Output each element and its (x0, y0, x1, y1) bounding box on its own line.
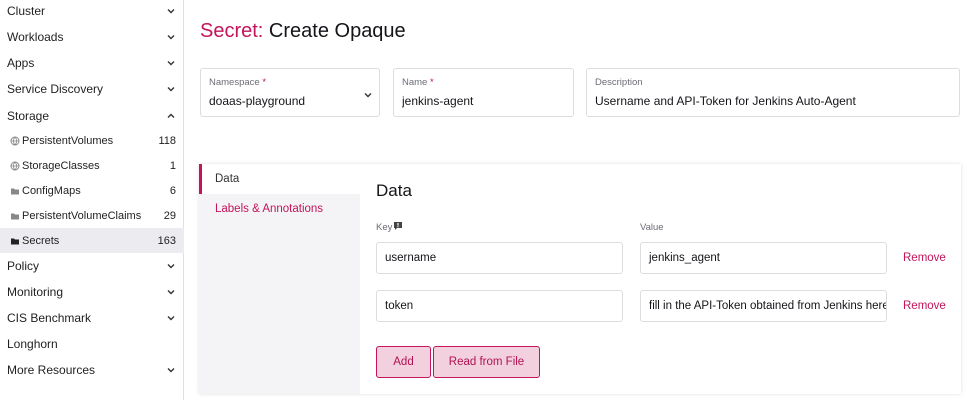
value-input[interactable]: jenkins_agent (640, 242, 887, 274)
key-column-header: Key (376, 221, 403, 233)
info-icon[interactable] (393, 221, 403, 231)
name-value: jenkins-agent (402, 94, 474, 108)
description-value: Username and API-Token for Jenkins Auto-… (595, 94, 856, 108)
description-field[interactable]: Description Username and API-Token for J… (586, 68, 960, 117)
sidebar-group-service-discovery[interactable]: Service Discovery (0, 76, 184, 102)
remove-row-button[interactable]: Remove (903, 300, 946, 312)
chevron-down-icon (166, 32, 176, 42)
tab-data[interactable]: Data (199, 164, 360, 194)
sidebar-group-monitoring[interactable]: Monitoring (0, 279, 184, 305)
side-tabs: Data Labels & Annotations (199, 164, 360, 394)
tab-label: Labels & Annotations (215, 203, 324, 215)
chevron-down-icon (166, 287, 176, 297)
sidebar-item-secrets[interactable]: Secrets 163 (0, 228, 184, 253)
sidebar-item-count: 163 (157, 234, 176, 247)
sidebar-group-label: Storage (7, 109, 50, 123)
namespace-label: Namespace * (209, 77, 267, 88)
value-input[interactable]: fill in the API-Token obtained from Jenk… (640, 290, 887, 322)
page-title: Secret: Create Opaque (200, 20, 406, 43)
sidebar-group-label: Longhorn (7, 337, 58, 351)
read-from-file-button[interactable]: Read from File (433, 346, 540, 378)
sidebar-item-label: PersistentVolumeClaims (22, 209, 142, 222)
folder-icon (10, 211, 20, 221)
globe-icon (10, 136, 20, 146)
sidebar-group-workloads[interactable]: Workloads (0, 24, 184, 50)
sidebar-item-count: 6 (169, 184, 176, 197)
sidebar-group-storage[interactable]: Storage (0, 103, 184, 129)
sidebar-item-count: 29 (163, 209, 176, 222)
chevron-down-icon (166, 365, 176, 375)
sidebar-group-cis-benchmark[interactable]: CIS Benchmark (0, 305, 184, 331)
page-title-text: Create Opaque (268, 20, 406, 42)
sidebar-item-configmaps[interactable]: ConfigMaps 6 (0, 178, 184, 203)
tab-label: Data (215, 173, 240, 185)
data-section-title: Data (376, 181, 412, 200)
chevron-down-icon (166, 84, 176, 94)
sidebar-group-label: Apps (7, 56, 35, 70)
namespace-select[interactable]: Namespace * doaas-playground (200, 68, 380, 117)
sidebar-item-label: PersistentVolumes (22, 134, 114, 147)
sidebar-item-count: 1 (169, 159, 176, 172)
chevron-down-icon[interactable] (363, 90, 373, 100)
sidebar-group-label: Policy (7, 259, 40, 273)
value-column-header: Value (640, 222, 664, 233)
sidebar-item-label: StorageClasses (22, 159, 100, 172)
sidebar-group-label: Cluster (7, 4, 46, 18)
sidebar-group-label: Service Discovery (7, 82, 104, 96)
chevron-down-icon (166, 261, 176, 271)
required-mark: * (429, 77, 434, 88)
remove-row-button[interactable]: Remove (903, 252, 946, 264)
sidebar-item-persistentvolumeclaims[interactable]: PersistentVolumeClaims 29 (0, 203, 184, 228)
sidebar-group-label: Monitoring (7, 285, 64, 299)
sidebar-group-label: More Resources (7, 363, 96, 377)
key-input[interactable]: token (376, 290, 623, 322)
sidebar-group-label: Workloads (7, 30, 64, 44)
chevron-down-icon (166, 58, 176, 68)
name-field[interactable]: Name * jenkins-agent (393, 68, 574, 117)
folder-icon (10, 186, 20, 196)
namespace-value: doaas-playground (209, 94, 306, 108)
folder-icon (10, 236, 20, 246)
page-title-prefix: Secret: (200, 20, 264, 42)
sidebar-item-label: Secrets (22, 234, 60, 247)
description-label: Description (595, 77, 643, 88)
chevron-down-icon (166, 6, 176, 16)
sidebar-item-persistentvolumes[interactable]: PersistentVolumes 118 (0, 128, 184, 153)
tab-labels-annotations[interactable]: Labels & Annotations (199, 194, 360, 224)
sidebar-group-cluster[interactable]: Cluster (0, 0, 184, 24)
required-mark: * (262, 77, 267, 88)
globe-icon (10, 161, 20, 171)
add-button[interactable]: Add (376, 346, 431, 378)
sidebar-group-label: CIS Benchmark (7, 311, 92, 325)
key-input[interactable]: username (376, 242, 623, 274)
chevron-down-icon (166, 313, 176, 323)
sidebar-item-label: ConfigMaps (22, 184, 81, 197)
sidebar-group-policy[interactable]: Policy (0, 253, 184, 279)
value-header-label: Value (640, 222, 664, 233)
chevron-up-icon (166, 111, 176, 121)
sidebar-item-count: 118 (158, 134, 176, 147)
name-label: Name * (402, 77, 434, 88)
sidebar-item-storageclasses[interactable]: StorageClasses 1 (0, 153, 184, 178)
sidebar-group-apps[interactable]: Apps (0, 50, 184, 76)
sidebar: Cluster Workloads Apps Service Discovery… (0, 0, 184, 400)
sidebar-group-more-resources[interactable]: More Resources (0, 357, 184, 383)
key-header-label: Key (376, 222, 393, 233)
sidebar-item-longhorn[interactable]: Longhorn (0, 331, 184, 357)
